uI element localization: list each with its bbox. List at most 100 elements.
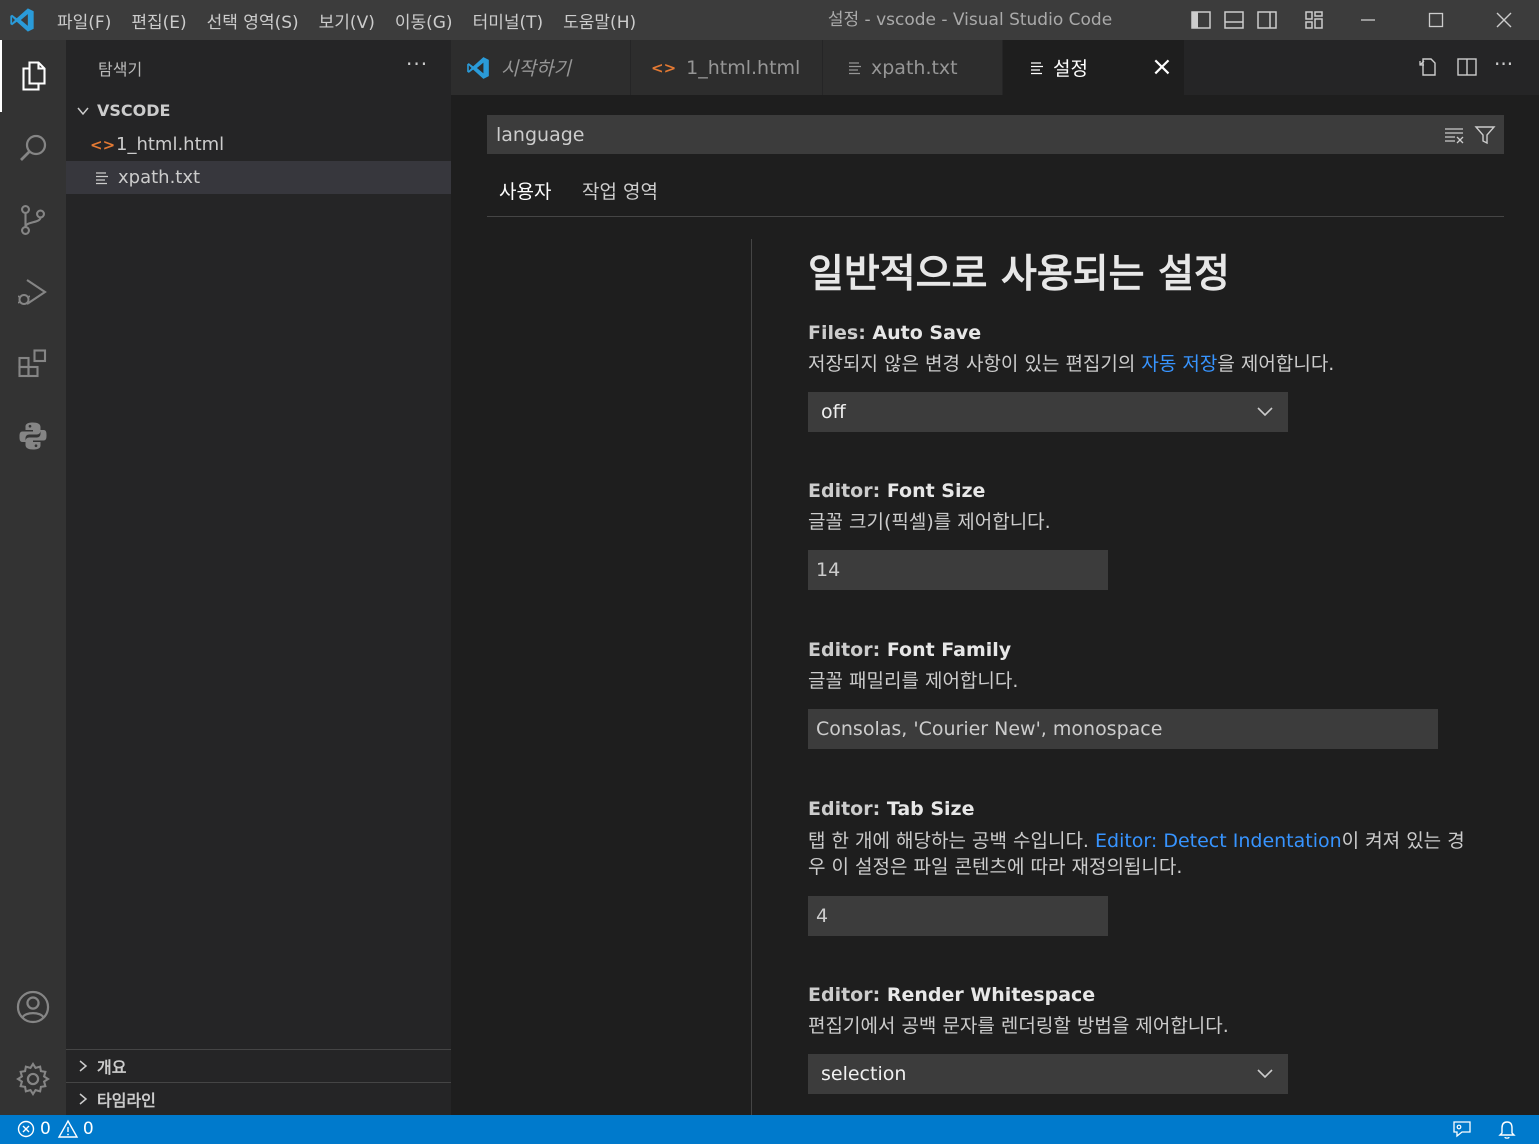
tab-size-input[interactable]: 4 bbox=[808, 896, 1108, 936]
setting-name: Tab Size bbox=[886, 798, 975, 820]
activity-accounts[interactable] bbox=[0, 971, 66, 1043]
toggle-primary-sidebar-icon[interactable] bbox=[1189, 8, 1213, 32]
warning-count: 0 bbox=[82, 1119, 94, 1139]
activity-explorer[interactable] bbox=[0, 40, 66, 112]
settings-file-icon bbox=[1031, 61, 1043, 74]
activity-extensions[interactable] bbox=[0, 328, 66, 400]
section-timeline[interactable]: 타임라인 bbox=[66, 1082, 451, 1115]
filter-icon[interactable] bbox=[1474, 124, 1496, 146]
section-outline[interactable]: 개요 bbox=[66, 1049, 451, 1082]
tab-label: xpath.txt bbox=[871, 56, 958, 79]
activity-python[interactable] bbox=[0, 400, 66, 472]
tab-welcome[interactable]: 시작하기 bbox=[451, 40, 631, 95]
folder-vscode[interactable]: VSCODE bbox=[66, 94, 451, 127]
tab-label: 시작하기 bbox=[501, 58, 571, 80]
setting-desc-render-whitespace: 편집기에서 공백 문자를 렌더링할 방법을 제어합니다. bbox=[808, 1015, 1229, 1037]
tab-label: 1_html.html bbox=[686, 56, 801, 79]
setting-name: Auto Save bbox=[872, 322, 982, 344]
setting-category: Editor: bbox=[808, 639, 887, 661]
menu-edit[interactable]: 편집(E) bbox=[124, 8, 193, 33]
explorer-header: 탐색기 bbox=[98, 60, 143, 79]
vscode-logo-icon bbox=[467, 56, 489, 79]
toggle-panel-icon[interactable] bbox=[1222, 8, 1246, 32]
desc-text: 탭 한 개에 해당하는 공백 수입니다. bbox=[808, 830, 1095, 852]
tab-close-button[interactable]: × bbox=[1151, 52, 1173, 82]
activity-bar bbox=[0, 40, 66, 1115]
account-icon bbox=[16, 990, 50, 1024]
html-file-icon: <> bbox=[90, 135, 116, 154]
window-title: 설정 - vscode - Visual Studio Code bbox=[827, 10, 1113, 30]
settings-search-input[interactable] bbox=[488, 116, 1428, 153]
text-file-icon bbox=[849, 61, 861, 74]
setting-desc-auto-save: 저장되지 않은 변경 사항이 있는 편집기의 자동 저장을 제어합니다. bbox=[808, 351, 1488, 377]
menu-go[interactable]: 이동(G) bbox=[388, 8, 460, 33]
search-icon bbox=[20, 134, 47, 161]
chevron-down-icon bbox=[77, 107, 89, 115]
setting-name: Font Size bbox=[886, 480, 986, 502]
tab-1-html[interactable]: <> 1_html.html bbox=[631, 40, 823, 95]
section-title: 일반적으로 사용되는 설정 bbox=[808, 252, 1230, 297]
setting-category: Files: bbox=[808, 322, 873, 344]
auto-save-link[interactable]: 자동 저장 bbox=[1141, 353, 1217, 375]
section-outline-label: 개요 bbox=[97, 1058, 127, 1077]
activity-search[interactable] bbox=[0, 112, 66, 184]
setting-title-font-family: Editor: Font Family bbox=[808, 639, 1011, 661]
extensions-icon bbox=[18, 349, 47, 378]
chevron-right-icon bbox=[79, 1060, 88, 1072]
dropdown-value: off bbox=[821, 401, 846, 423]
menu-file[interactable]: 파일(F) bbox=[50, 8, 118, 33]
file-name: 1_html.html bbox=[116, 134, 225, 155]
run-debug-icon bbox=[18, 279, 47, 305]
settings-search-box bbox=[487, 115, 1504, 154]
menu-terminal[interactable]: 터미널(T) bbox=[466, 8, 551, 33]
explorer-more-actions[interactable]: ··· bbox=[406, 52, 428, 76]
files-icon bbox=[22, 61, 46, 91]
setting-title-auto-save: Files: Auto Save bbox=[808, 322, 981, 344]
toggle-secondary-sidebar-icon[interactable] bbox=[1255, 8, 1279, 32]
customize-layout-icon[interactable] bbox=[1302, 8, 1326, 32]
activity-source-control[interactable] bbox=[0, 184, 66, 256]
render-whitespace-dropdown[interactable]: selection bbox=[808, 1054, 1288, 1094]
font-family-input[interactable]: Consolas, 'Courier New', monospace bbox=[808, 709, 1438, 749]
menu-view[interactable]: 보기(V) bbox=[312, 8, 382, 33]
split-editor-icon[interactable] bbox=[1455, 55, 1479, 79]
detect-indentation-link[interactable]: Editor: Detect Indentation bbox=[1095, 830, 1342, 852]
maximize-icon bbox=[1428, 12, 1444, 28]
gear-icon bbox=[16, 1062, 50, 1096]
activity-run-debug[interactable] bbox=[0, 256, 66, 328]
open-settings-json-icon[interactable] bbox=[1416, 55, 1440, 79]
menu-bar: 파일(F) 편집(E) 선택 영역(S) 보기(V) 이동(G) 터미널(T) … bbox=[50, 0, 649, 40]
font-size-input[interactable]: 14 bbox=[808, 550, 1108, 590]
section-timeline-label: 타임라인 bbox=[97, 1091, 156, 1110]
toc-separator bbox=[751, 239, 752, 1115]
setting-name: Render Whitespace bbox=[886, 984, 1096, 1006]
close-window-button[interactable] bbox=[1470, 0, 1538, 40]
menu-selection[interactable]: 선택 영역(S) bbox=[200, 8, 306, 33]
notifications-bell-icon[interactable] bbox=[1496, 1119, 1518, 1141]
tab-settings[interactable]: 설정 × bbox=[1003, 40, 1185, 95]
tab-user-settings[interactable]: 사용자 bbox=[487, 175, 564, 217]
problems-indicator[interactable]: 0 0 bbox=[16, 1119, 94, 1139]
file-1-html[interactable]: <> 1_html.html bbox=[66, 128, 451, 161]
chevron-down-icon bbox=[1257, 407, 1273, 417]
clear-filter-icon[interactable] bbox=[1443, 125, 1465, 147]
menu-help[interactable]: 도움말(H) bbox=[556, 8, 643, 33]
status-bar: 0 0 bbox=[0, 1115, 1539, 1144]
editor-tabs: 시작하기 <> 1_html.html xpath.txt 설정 × ··· bbox=[451, 40, 1539, 95]
file-xpath-txt[interactable]: xpath.txt bbox=[66, 161, 451, 194]
auto-save-dropdown[interactable]: off bbox=[808, 392, 1288, 432]
tab-xpath-txt[interactable]: xpath.txt bbox=[823, 40, 1003, 95]
chevron-down-icon bbox=[1257, 1069, 1273, 1079]
activity-manage[interactable] bbox=[0, 1043, 66, 1115]
minimize-button[interactable] bbox=[1334, 0, 1402, 40]
chevron-right-icon bbox=[79, 1093, 88, 1105]
tab-workspace-settings[interactable]: 작업 영역 bbox=[570, 175, 670, 217]
maximize-button[interactable] bbox=[1402, 0, 1470, 40]
dropdown-value: selection bbox=[821, 1063, 907, 1085]
more-actions-icon[interactable]: ··· bbox=[1494, 52, 1513, 76]
source-control-icon bbox=[20, 205, 45, 236]
setting-title-render-whitespace: Editor: Render Whitespace bbox=[808, 984, 1095, 1006]
feedback-icon[interactable] bbox=[1451, 1119, 1473, 1141]
setting-desc-font-family: 글꼴 패밀리를 제어합니다. bbox=[808, 670, 1019, 692]
setting-category: Editor: bbox=[808, 480, 887, 502]
